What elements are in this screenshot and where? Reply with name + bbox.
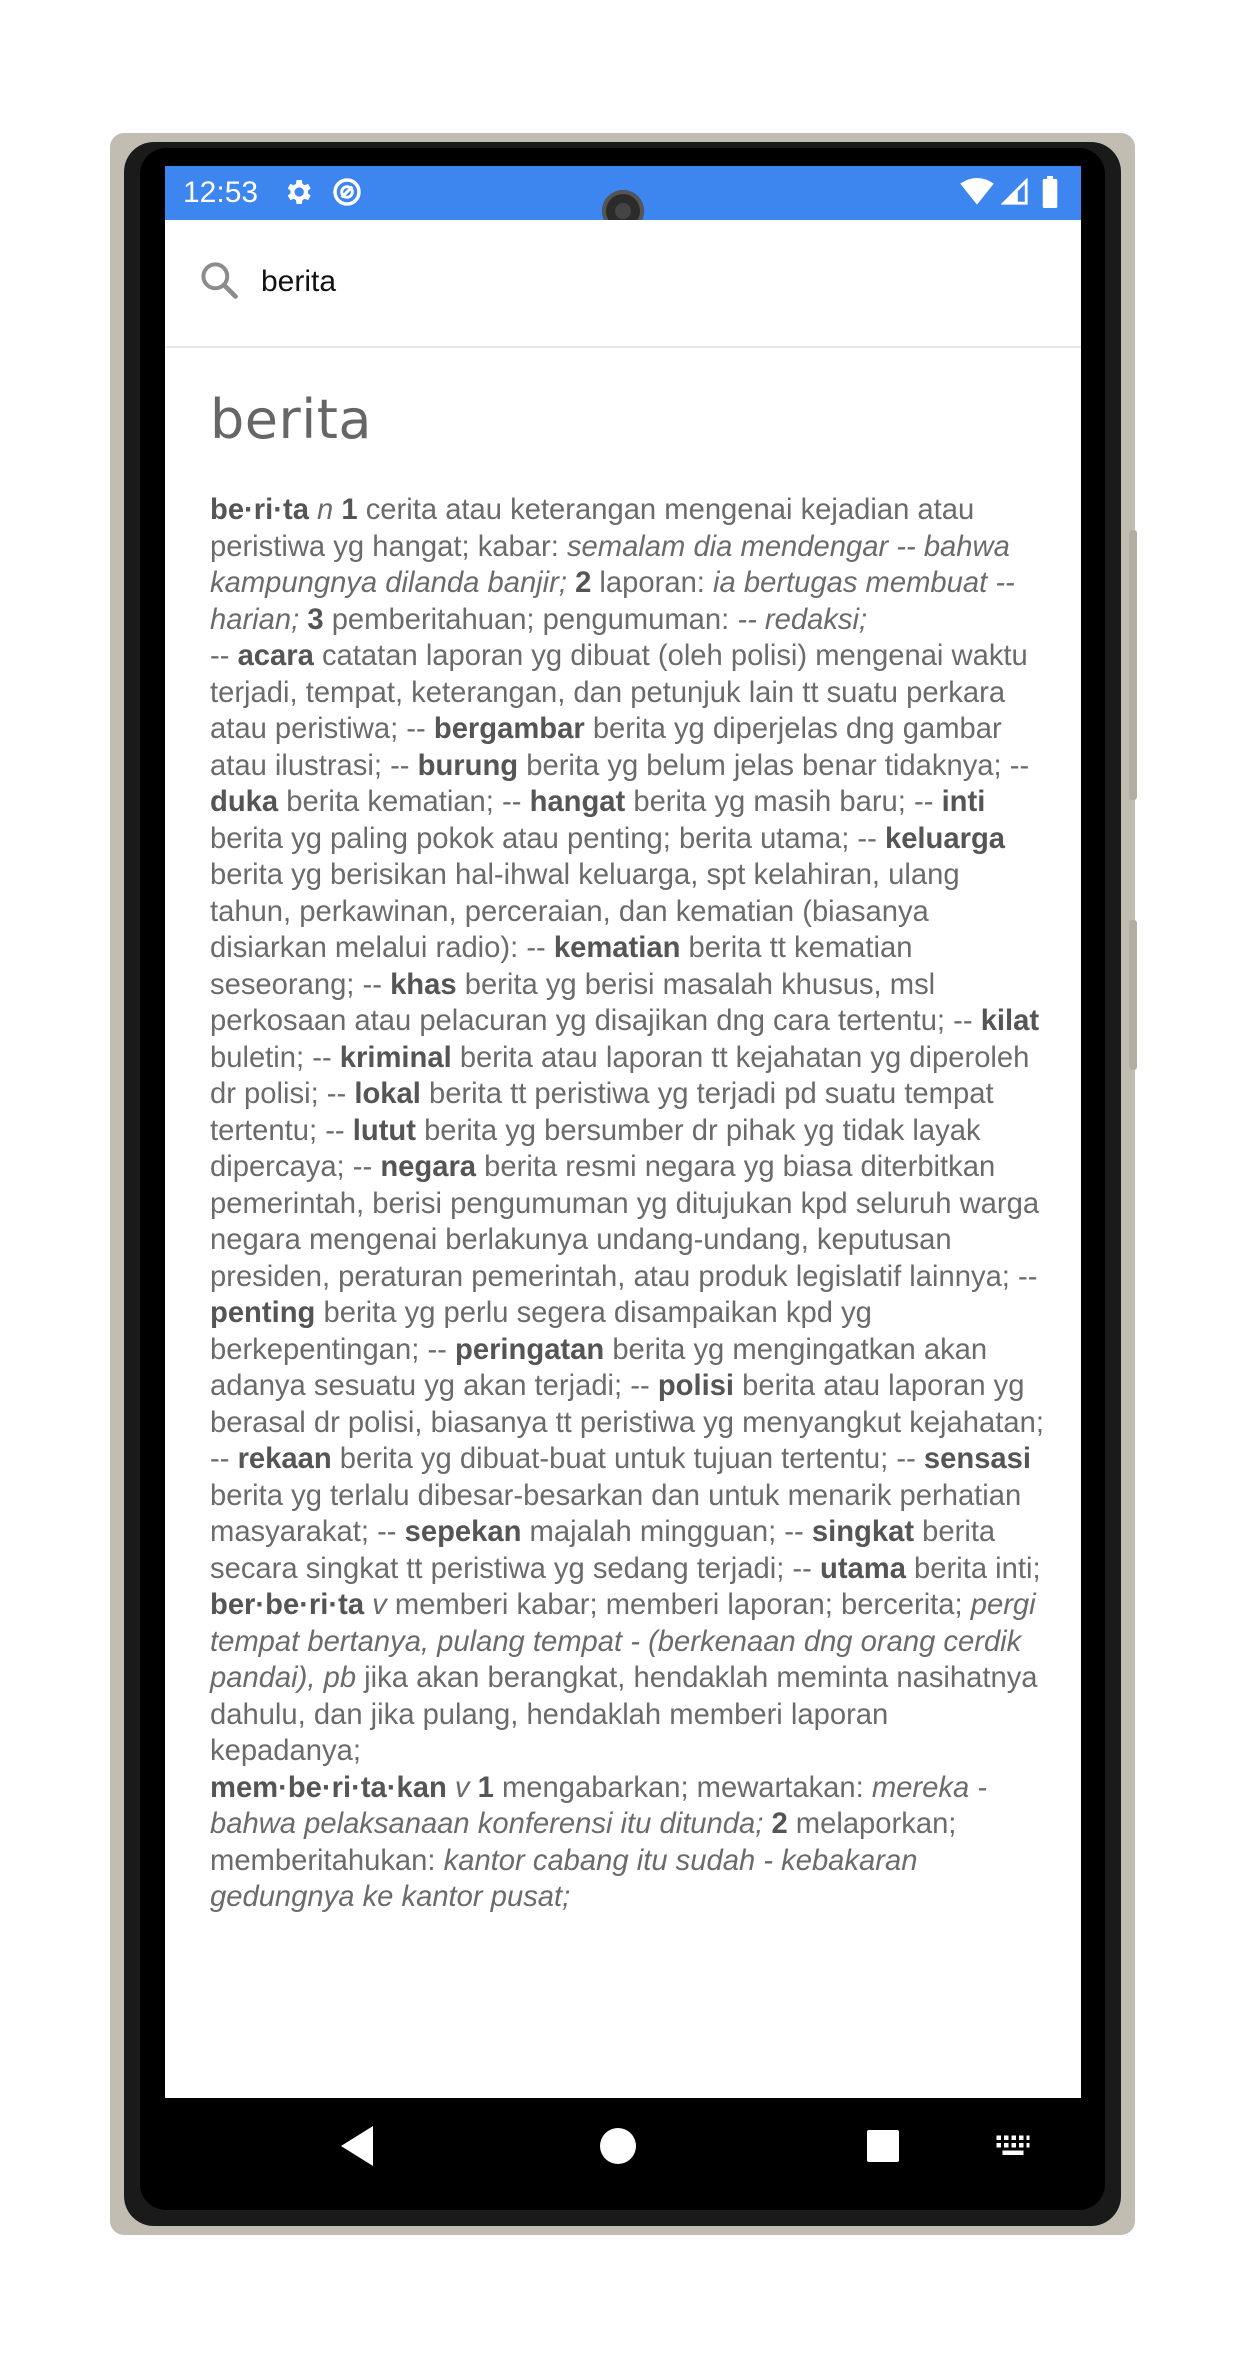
home-icon[interactable] — [598, 2126, 638, 2169]
definition-segment: berita inti; — [905, 1552, 1041, 1585]
definition-segment — [470, 1772, 478, 1804]
definition-term: inti — [941, 786, 986, 818]
definition-term: lokal — [354, 1078, 421, 1110]
definition-term: duka — [210, 786, 279, 818]
definition-segment: berita yg paling pokok atau penting; ber… — [210, 822, 885, 855]
definition-segment: berita yg masih baru; -- — [625, 786, 942, 818]
definition-term: rekaan — [237, 1443, 332, 1475]
definition-segment — [567, 567, 575, 599]
definition-term: bergambar — [433, 713, 585, 745]
back-icon[interactable] — [337, 2122, 377, 2173]
definition-term: kematian — [553, 932, 681, 964]
app-screen: 12:53 berita be·ri·ta n 1 cerita atau ke… — [165, 166, 1081, 2126]
definition-term: mem·be·ri·ta·kan — [210, 1771, 447, 1804]
definition-example: v — [372, 1589, 387, 1621]
entry-title: berita — [210, 388, 372, 451]
definition-text: be·ri·ta n 1 cerita atau keterangan meng… — [210, 492, 1045, 1916]
search-bar — [165, 220, 1081, 348]
definition-term: 3 — [307, 603, 324, 636]
definition-term: polisi — [657, 1370, 735, 1402]
definition-term: hangat — [529, 786, 626, 818]
definition-segment — [309, 494, 317, 526]
recents-icon[interactable] — [863, 2126, 903, 2169]
keyboard-icon[interactable] — [995, 2134, 1031, 2161]
definition-term: burung — [417, 749, 519, 782]
definition-term: 2 — [771, 1808, 788, 1840]
volume-button — [1129, 530, 1137, 800]
definition-term: peringatan — [455, 1333, 605, 1366]
definition-segment: majalah mingguan; -- — [521, 1516, 812, 1548]
definition-content[interactable]: berita be·ri·ta n 1 cerita atau keterang… — [165, 348, 1081, 2038]
battery-icon — [1041, 176, 1059, 212]
definition-segment: -- — [210, 640, 238, 672]
definition-segment: pemberitahuan; pengumuman: — [323, 603, 738, 636]
search-input[interactable] — [261, 254, 1021, 310]
definition-term: kriminal — [339, 1041, 452, 1074]
definition-term: keluarga — [884, 822, 1006, 855]
definition-term: kilat — [980, 1005, 1040, 1037]
definition-segment — [447, 1772, 455, 1804]
definition-term: khas — [390, 968, 457, 1001]
definition-term: ber·be·ri·ta — [210, 1589, 365, 1621]
definition-term: utama — [819, 1552, 906, 1585]
definition-term: penting — [210, 1297, 316, 1329]
power-button — [1129, 920, 1137, 1070]
signal-icon — [1000, 177, 1029, 210]
definition-segment: memberi kabar; memberi laporan; bercerit… — [386, 1589, 971, 1621]
definition-segment: mengabarkan; mewartakan: — [493, 1771, 872, 1804]
search-icon[interactable] — [197, 258, 241, 306]
definition-segment — [364, 1589, 372, 1621]
definition-term: sepekan — [404, 1516, 522, 1548]
definition-example: n — [317, 494, 334, 526]
definition-segment: laporan: — [591, 567, 714, 599]
definition-segment: berita yg belum jelas benar tidaknya; -- — [518, 749, 1030, 782]
definition-term: lutut — [352, 1114, 416, 1147]
definition-term: negara — [380, 1151, 477, 1183]
gear-icon — [282, 176, 314, 212]
wifi-icon — [960, 178, 994, 210]
definition-segment: berita kematian; -- — [278, 786, 530, 818]
definition-term: 1 — [477, 1771, 494, 1804]
definition-segment: buletin; -- — [210, 1041, 340, 1074]
definition-term: 1 — [341, 494, 358, 526]
definition-term: 2 — [575, 567, 592, 599]
definition-term: singkat — [811, 1516, 915, 1548]
definition-segment: berita yg dibuat-buat untuk tujuan terte… — [331, 1443, 924, 1475]
status-time: 12:53 — [183, 176, 259, 209]
definition-example: -- redaksi; — [737, 603, 868, 636]
definition-example: v — [454, 1771, 470, 1804]
definition-term: be·ri·ta — [210, 494, 309, 526]
data-saver-icon — [331, 176, 363, 212]
definition-term: acara — [237, 640, 314, 672]
navigation-bar — [165, 2098, 1081, 2204]
definition-term: sensasi — [923, 1443, 1032, 1475]
